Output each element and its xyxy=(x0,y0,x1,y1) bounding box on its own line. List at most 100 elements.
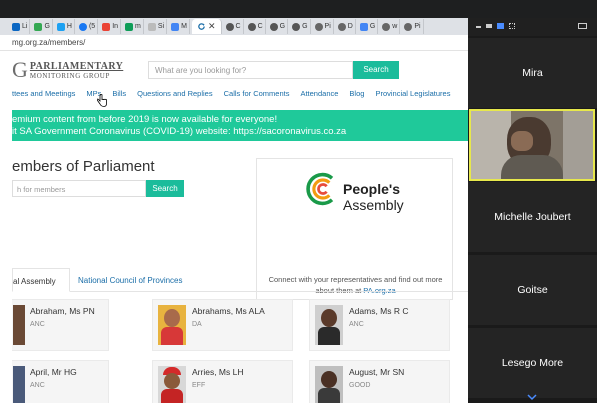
tab-label: Si xyxy=(157,23,165,30)
member-name[interactable]: Adams, Ms R C xyxy=(349,306,409,316)
browser-tab[interactable]: Pi xyxy=(313,19,334,34)
browser-tab-strip: Li G H (5 In m Si M ✕ C C G G Pi D G w P… xyxy=(0,18,468,35)
member-card[interactable]: Abraham, Ms PN ANC xyxy=(12,299,109,351)
member-photo xyxy=(315,305,343,345)
nav-blog[interactable]: Blog xyxy=(349,89,364,103)
member-name[interactable]: April, Mr HG xyxy=(30,367,77,377)
tab-label: G xyxy=(369,23,376,30)
participant-name: Goitse xyxy=(517,284,548,296)
pa-name-line-2: Assembly xyxy=(343,197,404,213)
browser-tab[interactable]: In xyxy=(100,19,122,34)
member-card[interactable]: Arries, Ms LH EFF xyxy=(152,360,293,403)
drive-icon xyxy=(171,22,180,31)
tab-label: H xyxy=(66,23,72,30)
tab-label: G xyxy=(44,23,50,30)
browser-tab[interactable]: H xyxy=(55,19,75,34)
site-logo[interactable]: G PARLIAMENTARY MONITORING GROUP xyxy=(12,59,123,81)
browser-tab[interactable]: M xyxy=(169,19,190,34)
linkedin-icon xyxy=(12,22,20,31)
restore-icon[interactable] xyxy=(486,24,492,28)
browser-tab[interactable]: m xyxy=(123,19,144,34)
members-search-button[interactable]: Search xyxy=(146,180,184,197)
grid-view-icon[interactable] xyxy=(509,23,515,29)
tab-ncop[interactable]: National Council of Provinces xyxy=(78,276,183,285)
banner-line-1: emium content from before 2019 is now av… xyxy=(12,114,278,125)
facebook-icon xyxy=(78,22,87,31)
tab-label: M xyxy=(181,23,187,30)
active-browser-tab[interactable]: ✕ xyxy=(191,19,222,34)
address-bar[interactable]: mg.org.za/members/ xyxy=(0,35,468,51)
member-name[interactable]: Abraham, Ms PN xyxy=(30,306,95,316)
member-party: DA xyxy=(192,321,202,328)
nav-calls[interactable]: Calls for Comments xyxy=(224,89,290,103)
banner-line-2[interactable]: it SA Government Coronavirus (COVID-19) … xyxy=(12,126,468,138)
nav-committees[interactable]: ttees and Meetings xyxy=(12,89,75,103)
browser-tab[interactable]: w xyxy=(380,19,401,34)
peoples-assembly-logo-icon xyxy=(306,172,334,206)
participant-name: Lesego More xyxy=(501,357,564,369)
globe-icon xyxy=(337,22,346,31)
browser-tab[interactable]: (5 xyxy=(77,19,99,34)
pa-name-line-1: People's xyxy=(343,181,401,197)
member-card[interactable]: April, Mr HG ANC xyxy=(12,360,109,403)
sheets-icon xyxy=(125,22,134,31)
minimize-icon[interactable] xyxy=(476,26,481,28)
tab-label: (5 xyxy=(88,23,96,30)
logo-line-1: PARLIAMENTARY xyxy=(29,60,124,72)
participant-tile[interactable]: Goitse xyxy=(468,255,597,325)
screen: Li G H (5 In m Si M ✕ C C G G Pi D G w P… xyxy=(0,0,597,403)
browser-tab[interactable]: G xyxy=(358,19,379,34)
participant-video[interactable] xyxy=(469,109,595,181)
browser-tab[interactable]: G xyxy=(268,19,289,34)
main-nav: ttees and Meetings MPs Bills Questions a… xyxy=(12,89,468,103)
member-photo xyxy=(158,366,186,403)
globe-icon xyxy=(314,22,323,31)
close-icon[interactable]: ✕ xyxy=(208,21,216,32)
member-name[interactable]: Arries, Ms LH xyxy=(192,367,243,377)
tab-label: D xyxy=(347,23,353,30)
browser-tab[interactable]: D xyxy=(336,19,356,34)
members-search-input[interactable]: h for members xyxy=(12,180,146,197)
browser-tab[interactable]: Li xyxy=(10,19,31,34)
member-photo xyxy=(13,305,25,345)
member-party: ANC xyxy=(30,321,45,328)
member-photo xyxy=(158,305,186,345)
participant-tile[interactable]: Michelle Joubert xyxy=(468,182,597,252)
nav-questions[interactable]: Questions and Replies xyxy=(137,89,212,103)
tab-label: In xyxy=(112,23,119,30)
participant-tile[interactable]: Mira xyxy=(468,38,597,108)
member-party: ANC xyxy=(349,321,364,328)
active-speaker-view-icon[interactable] xyxy=(497,23,504,29)
notice-banner: emium content from before 2019 is now av… xyxy=(12,110,468,141)
globe-icon xyxy=(382,22,391,31)
member-photo xyxy=(315,366,343,403)
member-card[interactable]: Abrahams, Ms ALA DA xyxy=(152,299,293,351)
scroll-down-icon[interactable] xyxy=(526,388,538,401)
tab-label: Pi xyxy=(324,23,331,30)
member-photo xyxy=(13,366,25,403)
zoom-participants-panel: Mira Michelle Joubert Goitse Lesego More xyxy=(468,18,597,403)
tab-national-assembly[interactable]: al Assembly xyxy=(12,268,70,292)
browser-tab[interactable]: G xyxy=(290,19,311,34)
browser-tab[interactable]: Si xyxy=(146,19,168,34)
sheet-icon xyxy=(34,22,43,31)
layout-icon[interactable] xyxy=(578,23,587,29)
participant-name: Michelle Joubert xyxy=(494,211,571,223)
member-card[interactable]: Adams, Ms R C ANC xyxy=(309,299,450,351)
nav-bills[interactable]: Bills xyxy=(112,89,126,103)
member-name[interactable]: August, Mr SN xyxy=(349,367,404,377)
tab-label: C xyxy=(235,23,241,30)
browser-tab[interactable]: C xyxy=(224,19,244,34)
tab-label: G xyxy=(302,23,308,30)
site-search-input[interactable]: What are you looking for? xyxy=(148,61,353,79)
member-card[interactable]: August, Mr SN GOOD xyxy=(309,360,450,403)
peoples-assembly-name: People's Assembly xyxy=(343,181,404,213)
member-name[interactable]: Abrahams, Ms ALA xyxy=(192,306,265,316)
browser-tab[interactable]: C xyxy=(246,19,266,34)
nav-provincial[interactable]: Provincial Legislatures xyxy=(375,89,450,103)
browser-tab[interactable]: G xyxy=(32,19,53,34)
nav-attendance[interactable]: Attendance xyxy=(300,89,338,103)
browser-tab[interactable]: Pi xyxy=(402,19,424,34)
site-search-button[interactable]: Search xyxy=(353,61,399,79)
tab-label: Pi xyxy=(414,23,421,30)
